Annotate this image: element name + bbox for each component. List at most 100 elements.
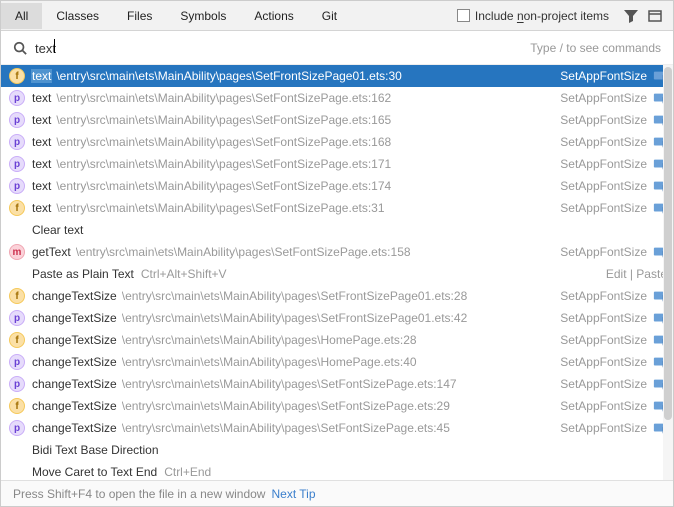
results-list[interactable]: ftext\entry\src\main\ets\MainAbility\pag… bbox=[1, 65, 673, 480]
result-path: \entry\src\main\ets\MainAbility\pages\Se… bbox=[122, 289, 553, 303]
checkbox-icon bbox=[457, 9, 470, 22]
result-row[interactable]: p changeTextSize \entry\src\main\ets\MainA… bbox=[1, 373, 673, 395]
result-path: \entry\src\main\ets\MainAbility\pages\Se… bbox=[56, 91, 552, 105]
scroll-thumb[interactable] bbox=[664, 67, 672, 420]
match-text: text bbox=[31, 201, 52, 215]
include-nonproject-checkbox[interactable]: Include non-project items bbox=[457, 9, 609, 23]
search-input[interactable]: text bbox=[35, 39, 530, 56]
kind-p-icon: p bbox=[9, 178, 25, 194]
tab-actions[interactable]: Actions bbox=[240, 3, 307, 29]
match-text: changeTextSize bbox=[31, 311, 118, 325]
result-path: \entry\src\main\ets\MainAbility\pages\Se… bbox=[56, 179, 552, 193]
result-path: \entry\src\main\ets\MainAbility\pages\Ho… bbox=[122, 333, 553, 347]
tab-all[interactable]: All bbox=[1, 3, 42, 29]
result-path: \entry\src\main\ets\MainAbility\pages\Se… bbox=[56, 113, 552, 127]
tab-files[interactable]: Files bbox=[113, 3, 166, 29]
kind-p-icon: p bbox=[9, 112, 25, 128]
result-row[interactable]: ptext\entry\src\main\ets\MainAbility\pag… bbox=[1, 153, 673, 175]
result-context: Edit | Paste bbox=[606, 267, 667, 281]
kind-f-icon: f bbox=[9, 288, 25, 304]
result-context: SetAppFontSize bbox=[560, 333, 647, 347]
result-row[interactable]: Move Caret to Text EndCtrl+End bbox=[1, 461, 673, 480]
result-context: SetAppFontSize bbox=[560, 157, 647, 171]
result-row[interactable]: p changeTextSize \entry\src\main\ets\MainA… bbox=[1, 417, 673, 439]
result-row[interactable]: f changeTextSize \entry\src\main\ets\MainA… bbox=[1, 285, 673, 307]
match-text: text bbox=[31, 179, 52, 193]
result-path: \entry\src\main\ets\MainAbility\pages\Se… bbox=[122, 311, 553, 325]
result-row[interactable]: Bidi Text Base Direction bbox=[1, 439, 673, 461]
search-row: text Type / to see commands bbox=[1, 31, 673, 65]
kind-none-icon bbox=[9, 222, 25, 238]
kind-m-icon: m bbox=[9, 244, 25, 260]
kind-none-icon bbox=[9, 464, 25, 480]
kind-p-icon: p bbox=[9, 134, 25, 150]
shortcut-text: Ctrl+Alt+Shift+V bbox=[141, 267, 227, 281]
kind-f-icon: f bbox=[9, 200, 25, 216]
result-context: SetAppFontSize bbox=[560, 289, 647, 303]
result-row[interactable]: f changeTextSize \entry\src\main\ets\MainA… bbox=[1, 395, 673, 417]
tab-bar: All Classes Files Symbols Actions Git In… bbox=[1, 1, 673, 31]
scrollbar[interactable] bbox=[663, 65, 673, 480]
result-row[interactable]: p changeTextSize \entry\src\main\ets\MainA… bbox=[1, 307, 673, 329]
result-row[interactable]: Paste as Plain Text Ctrl+Alt+Shift+V Edit … bbox=[1, 263, 673, 285]
tab-symbols[interactable]: Symbols bbox=[166, 3, 240, 29]
match-text: changeTextSize bbox=[31, 289, 118, 303]
result-path: \entry\src\main\ets\MainAbility\pages\Se… bbox=[122, 377, 553, 391]
result-path: \entry\src\main\ets\MainAbility\pages\Se… bbox=[122, 399, 553, 413]
match-text: text bbox=[31, 69, 52, 83]
result-context: SetAppFontSize bbox=[560, 399, 647, 413]
match-text: changeTextSize bbox=[31, 399, 118, 413]
match-text: changeTextSize bbox=[31, 333, 118, 347]
result-row[interactable]: ftext\entry\src\main\ets\MainAbility\pag… bbox=[1, 65, 673, 87]
search-hint: Type / to see commands bbox=[530, 41, 661, 55]
kind-p-icon: p bbox=[9, 376, 25, 392]
kind-p-icon: p bbox=[9, 90, 25, 106]
tab-classes[interactable]: Classes bbox=[42, 3, 113, 29]
result-row[interactable]: ptext \entry\src\main\ets\MainAbility\pag… bbox=[1, 109, 673, 131]
kind-p-icon: p bbox=[9, 310, 25, 326]
result-row[interactable]: ptext \entry\src\main\ets\MainAbility\pag… bbox=[1, 87, 673, 109]
filter-button[interactable] bbox=[621, 6, 641, 26]
match-text: changeTextSize bbox=[31, 377, 118, 391]
result-row[interactable]: f changeTextSize \entry\src\main\ets\MainA… bbox=[1, 329, 673, 351]
result-row[interactable]: p changeTextSize \entry\src\main\ets\MainA… bbox=[1, 351, 673, 373]
result-path: \entry\src\main\ets\MainAbility\pages\Se… bbox=[122, 421, 553, 435]
result-row[interactable]: ptext\entry\src\main\ets\MainAbility\pag… bbox=[1, 131, 673, 153]
kind-f-icon: f bbox=[9, 332, 25, 348]
result-path: \entry\src\main\ets\MainAbility\pages\Se… bbox=[56, 135, 552, 149]
result-row[interactable]: Clear text bbox=[1, 219, 673, 241]
match-text: text bbox=[31, 157, 52, 171]
match-text: changeTextSize bbox=[31, 355, 118, 369]
result-context: SetAppFontSize bbox=[560, 201, 647, 215]
match-text: getText bbox=[31, 245, 72, 259]
result-context: SetAppFontSize bbox=[560, 421, 647, 435]
result-path: \entry\src\main\ets\MainAbility\pages\Se… bbox=[56, 69, 552, 83]
match-text: text bbox=[31, 91, 52, 105]
window-icon bbox=[647, 8, 663, 24]
tab-git[interactable]: Git bbox=[308, 3, 351, 29]
result-context: SetAppFontSize bbox=[560, 113, 647, 127]
result-row[interactable]: ftext\entry\src\main\ets\MainAbility\pag… bbox=[1, 197, 673, 219]
result-context: SetAppFontSize bbox=[560, 91, 647, 105]
footer: Press Shift+F4 to open the file in a new… bbox=[1, 480, 673, 506]
match-text: Move Caret to Text End bbox=[31, 465, 158, 479]
include-label: Include non-project items bbox=[475, 9, 609, 23]
result-context: SetAppFontSize bbox=[560, 179, 647, 193]
kind-none-icon bbox=[9, 442, 25, 458]
kind-p-icon: p bbox=[9, 354, 25, 370]
result-path: \entry\src\main\ets\MainAbility\pages\Se… bbox=[76, 245, 553, 259]
search-icon bbox=[13, 41, 27, 55]
result-context: SetAppFontSize bbox=[560, 355, 647, 369]
next-tip-link[interactable]: Next Tip bbox=[271, 487, 315, 501]
result-path: \entry\src\main\ets\MainAbility\pages\Ho… bbox=[122, 355, 553, 369]
match-text: Paste as Plain Text bbox=[31, 267, 135, 281]
kind-p-icon: p bbox=[9, 420, 25, 436]
result-row[interactable]: ptext \entry\src\main\ets\MainAbility\pag… bbox=[1, 175, 673, 197]
match-text: changeTextSize bbox=[31, 421, 118, 435]
kind-p-icon: p bbox=[9, 156, 25, 172]
match-text: text bbox=[31, 113, 52, 127]
result-context: SetAppFontSize bbox=[560, 377, 647, 391]
kind-f-icon: f bbox=[9, 398, 25, 414]
result-row[interactable]: m getText \entry\src\main\ets\MainAbility\… bbox=[1, 241, 673, 263]
open-in-window-button[interactable] bbox=[645, 6, 665, 26]
